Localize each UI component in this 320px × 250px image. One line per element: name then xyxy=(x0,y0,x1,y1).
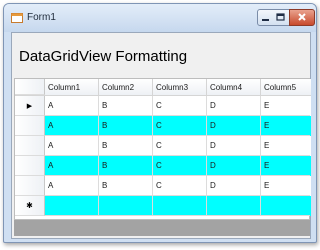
grid-cell[interactable]: D xyxy=(207,116,261,136)
title-bar[interactable]: Form1 xyxy=(4,4,316,32)
data-grid-view[interactable]: Column1 Column2 Column3 Column4 Column5 … xyxy=(14,78,311,236)
grid-cell[interactable]: D xyxy=(207,156,261,176)
grid-header-row: Column1 Column2 Column3 Column4 Column5 xyxy=(15,79,311,96)
grid-cell[interactable]: E xyxy=(261,156,310,176)
grid-cell[interactable]: B xyxy=(99,156,153,176)
table-row[interactable]: A B C D E xyxy=(15,136,311,156)
window-title: Form1 xyxy=(27,12,56,23)
grid-cell[interactable]: C xyxy=(153,156,207,176)
grid-cell[interactable]: C xyxy=(153,96,207,116)
grid-cell[interactable]: C xyxy=(153,116,207,136)
grid-cell[interactable]: B xyxy=(99,96,153,116)
grid-cell-new[interactable] xyxy=(45,196,99,216)
grid-cell[interactable]: E xyxy=(261,116,310,136)
column-header-2[interactable]: Column2 xyxy=(99,79,153,95)
table-row[interactable]: A B C D E xyxy=(15,156,311,176)
column-header-3[interactable]: Column3 xyxy=(153,79,207,95)
grid-cell[interactable]: B xyxy=(99,176,153,196)
maximize-icon xyxy=(276,13,285,21)
grid-cell[interactable]: D xyxy=(207,96,261,116)
table-row[interactable]: ▶ A B C D E xyxy=(15,96,311,116)
grid-cell[interactable]: A xyxy=(45,136,99,156)
new-row-asterisk-icon: ✱ xyxy=(26,201,33,210)
close-icon xyxy=(298,13,306,21)
row-header[interactable] xyxy=(15,156,45,176)
grid-cell[interactable]: A xyxy=(45,176,99,196)
maximize-button[interactable] xyxy=(273,9,290,26)
top-left-header-cell[interactable] xyxy=(15,79,45,95)
grid-cell[interactable]: D xyxy=(207,136,261,156)
grid-cell[interactable]: E xyxy=(261,136,310,156)
main-window: Form1 DataGridView Formatting Column1 Co… xyxy=(3,3,317,243)
row-header[interactable] xyxy=(15,136,45,156)
row-header-new[interactable]: ✱ xyxy=(15,196,45,216)
column-header-4[interactable]: Column4 xyxy=(207,79,261,95)
minimize-button[interactable] xyxy=(257,9,274,26)
close-button[interactable] xyxy=(289,9,315,26)
table-row[interactable]: A B C D E xyxy=(15,176,311,196)
grid-cell[interactable]: C xyxy=(153,136,207,156)
grid-cell[interactable]: D xyxy=(207,176,261,196)
grid-cell[interactable]: B xyxy=(99,116,153,136)
grid-cell-new[interactable] xyxy=(207,196,261,216)
grid-cell[interactable]: A xyxy=(45,96,99,116)
page-title: DataGridView Formatting xyxy=(19,48,188,65)
form-client-area: DataGridView Formatting Column1 Column2 … xyxy=(11,32,311,239)
grid-cell[interactable]: E xyxy=(261,96,310,116)
grid-cell[interactable]: C xyxy=(153,176,207,196)
row-header-current[interactable]: ▶ xyxy=(15,96,45,116)
grid-cell[interactable]: A xyxy=(45,116,99,136)
grid-cell[interactable]: E xyxy=(261,176,310,196)
grid-cell-new[interactable] xyxy=(99,196,153,216)
form-app-icon xyxy=(11,13,23,23)
data-grid-body: Column1 Column2 Column3 Column4 Column5 … xyxy=(14,78,311,220)
row-header[interactable] xyxy=(15,116,45,136)
minimize-icon xyxy=(262,19,269,21)
table-row[interactable]: A B C D E xyxy=(15,116,311,136)
grid-cell[interactable]: A xyxy=(45,156,99,176)
column-header-5[interactable]: Column5 xyxy=(261,79,310,95)
column-header-1[interactable]: Column1 xyxy=(45,79,99,95)
grid-cell-new[interactable] xyxy=(153,196,207,216)
current-row-arrow-icon: ▶ xyxy=(26,102,33,110)
new-row[interactable]: ✱ xyxy=(15,196,311,216)
grid-cell[interactable]: B xyxy=(99,136,153,156)
grid-cell-new[interactable] xyxy=(261,196,310,216)
row-header[interactable] xyxy=(15,176,45,196)
